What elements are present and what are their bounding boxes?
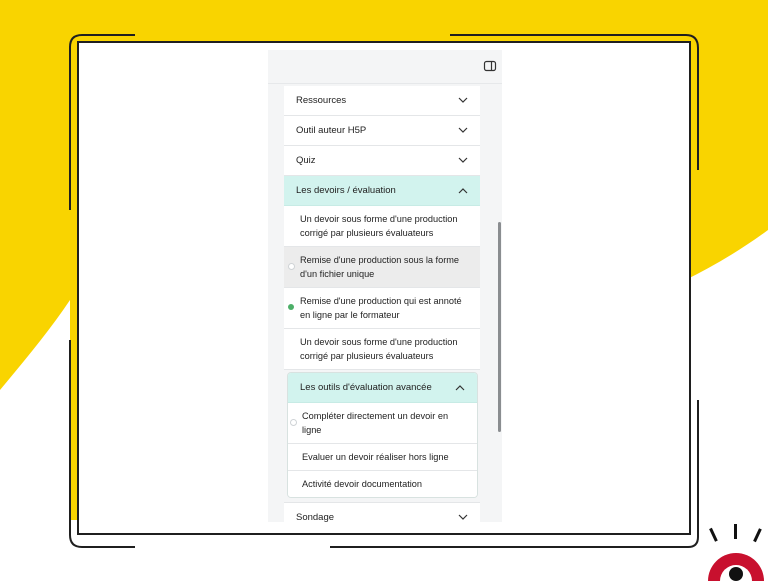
activity-label: Remise d'une production sous la forme d'… [300,255,460,279]
chevron-up-icon [455,385,465,391]
subsection-outils-evaluation: Les outils d'évaluation avancée Compléte… [287,372,478,498]
chevron-up-icon [458,188,468,194]
activity-item[interactable]: Remise d'une production sous la forme d'… [284,247,480,288]
activity-item[interactable]: Un devoir sous forme d'une production co… [284,206,480,247]
activity-label: Compléter directement un devoir en ligne [302,411,449,435]
complete-status-icon [288,304,294,310]
chevron-down-icon [458,97,468,103]
panel-header [268,50,502,84]
section-label: Les devoirs / évaluation [296,185,396,196]
activity-label: Remise d'une production qui est annoté e… [300,296,462,320]
course-index-panel: Ressources Outil auteur H5P Quiz Les dev… [268,50,502,522]
activity-item[interactable]: Compléter directement un devoir en ligne [288,403,477,444]
section-devoirs-evaluation[interactable]: Les devoirs / évaluation [284,176,480,206]
activity-item[interactable]: Remise d'une production qui est annoté e… [284,288,480,329]
section-ressources[interactable]: Ressources [284,86,480,116]
chevron-down-icon [458,157,468,163]
section-label: Outil auteur H5P [296,125,367,136]
incomplete-status-icon [288,263,295,270]
section-label: Ressources [296,95,347,106]
section-label: Quiz [296,155,316,166]
activity-item[interactable]: Activité devoir documentation [288,471,477,497]
brand-logo [708,524,764,581]
section-quiz[interactable]: Quiz [284,146,480,176]
section-outil-auteur-h5p[interactable]: Outil auteur H5P [284,116,480,146]
section-list: Ressources Outil auteur H5P Quiz Les dev… [284,86,480,522]
incomplete-status-icon [290,419,297,426]
subsection-label: Les outils d'évaluation avancée [300,382,432,393]
activity-item[interactable]: Evaluer un devoir réaliser hors ligne [288,444,477,471]
activity-item[interactable]: Un devoir sous forme d'une production co… [284,329,480,370]
sidebar-toggle-icon[interactable] [483,59,497,73]
activity-label: Evaluer un devoir réaliser hors ligne [302,452,449,462]
activity-label: Un devoir sous forme d'une production co… [300,214,458,238]
chevron-down-icon [458,514,468,520]
activity-label: Un devoir sous forme d'une production co… [300,337,458,361]
section-label: Sondage [296,511,335,523]
subsection-header[interactable]: Les outils d'évaluation avancée [288,373,477,403]
section-sondage[interactable]: Sondage [284,502,480,522]
chevron-down-icon [458,127,468,133]
scrollbar-thumb[interactable] [498,222,501,432]
activity-label: Activité devoir documentation [302,479,423,489]
